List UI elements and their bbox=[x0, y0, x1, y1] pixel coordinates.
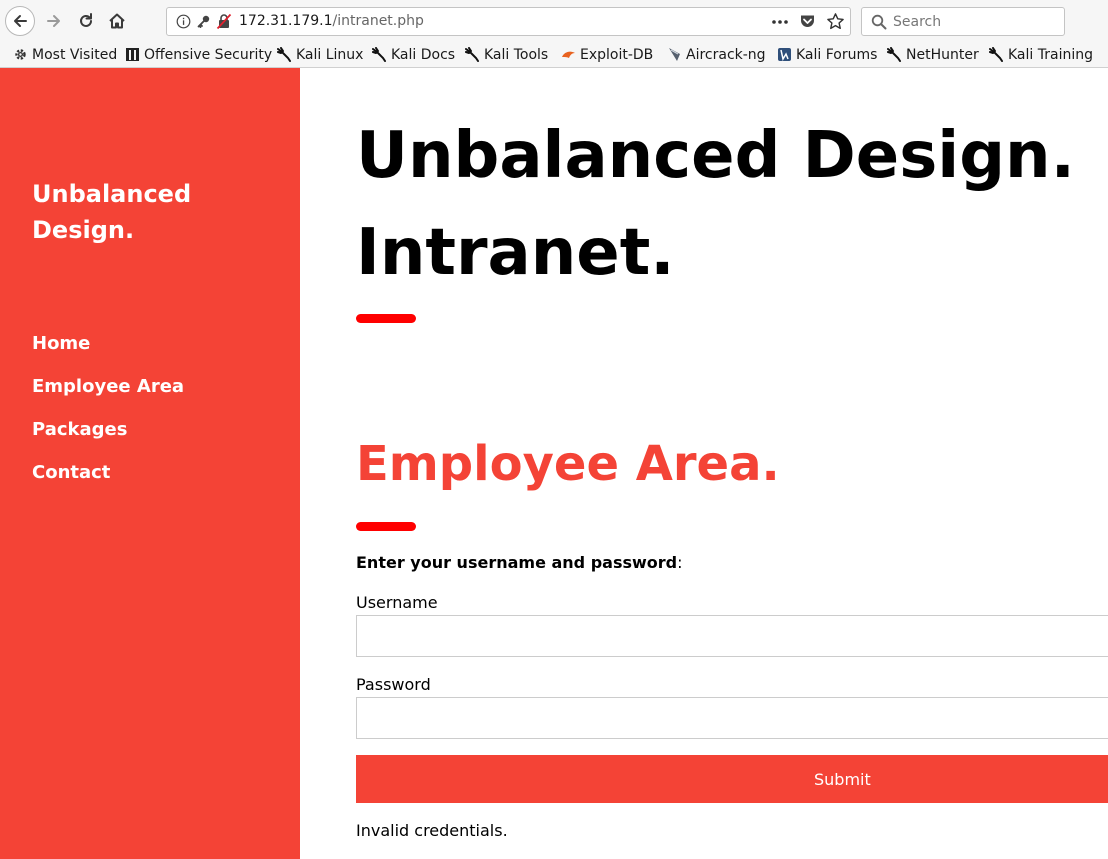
bookmark-aircrack-ng[interactable]: Aircrack-ng bbox=[667, 44, 766, 65]
bookmark-label: NetHunter bbox=[906, 46, 979, 63]
browser-chrome: 172.31.179.1/intranet.php Most Visited O… bbox=[0, 0, 1108, 68]
offsec-icon bbox=[126, 48, 139, 61]
url-text[interactable]: 172.31.179.1/intranet.php bbox=[239, 13, 424, 29]
page-title: Unbalanced Design. Intranet. bbox=[356, 119, 1075, 290]
heading-divider bbox=[356, 314, 416, 323]
navigation-toolbar: 172.31.179.1/intranet.php bbox=[0, 0, 1108, 42]
kali-forums-icon bbox=[778, 48, 791, 61]
bookmark-label: Aircrack-ng bbox=[686, 46, 766, 63]
home-button[interactable] bbox=[103, 7, 131, 35]
sidebar-link-packages[interactable]: Packages bbox=[32, 419, 127, 440]
bookmark-most-visited[interactable]: Most Visited bbox=[13, 44, 117, 65]
gear-icon bbox=[15, 49, 26, 60]
bookmark-label: Kali Docs bbox=[391, 46, 456, 63]
section-divider bbox=[356, 522, 416, 531]
search-input[interactable] bbox=[893, 11, 1058, 32]
password-field[interactable] bbox=[356, 697, 1108, 739]
kali-dragon-icon bbox=[887, 47, 901, 62]
search-icon bbox=[871, 14, 887, 30]
url-host: 172.31.179.1 bbox=[239, 13, 333, 29]
sidebar-link-home[interactable]: Home bbox=[32, 333, 90, 354]
reload-icon bbox=[80, 13, 92, 27]
info-icon[interactable] bbox=[176, 14, 191, 29]
arrow-right-icon bbox=[47, 15, 60, 27]
bookmark-label: Kali Training bbox=[1008, 46, 1093, 63]
bookmark-offensive-security[interactable]: Offensive Security bbox=[125, 44, 272, 65]
key-icon[interactable] bbox=[196, 14, 211, 29]
kali-dragon-icon bbox=[465, 47, 479, 62]
kali-dragon-icon bbox=[989, 47, 1003, 62]
home-icon bbox=[109, 13, 125, 29]
pocket-icon[interactable] bbox=[799, 13, 816, 30]
bookmark-kali-forums[interactable]: Kali Forums bbox=[777, 44, 877, 65]
site-title: Unbalanced Design. bbox=[32, 180, 192, 244]
back-button[interactable] bbox=[5, 6, 35, 36]
login-prompt: Enter your username and password: bbox=[356, 553, 683, 572]
insecure-lock-icon[interactable] bbox=[216, 13, 232, 30]
url-bar[interactable]: 172.31.179.1/intranet.php bbox=[166, 7, 851, 36]
username-label: Username bbox=[356, 593, 438, 612]
bookmark-label: Offensive Security bbox=[144, 46, 273, 63]
web-page: Unbalanced Design. Home Employee Area Pa… bbox=[0, 68, 1108, 859]
bookmark-label: Kali Forums bbox=[796, 46, 878, 63]
exploitdb-icon bbox=[562, 51, 575, 58]
section-title: Employee Area. bbox=[356, 436, 780, 492]
password-label: Password bbox=[356, 675, 431, 694]
bookmark-exploit-db[interactable]: Exploit-DB bbox=[561, 44, 653, 65]
arrow-left-icon bbox=[14, 15, 27, 27]
sidebar: Unbalanced Design. Home Employee Area Pa… bbox=[0, 68, 300, 859]
status-message: Invalid credentials. bbox=[356, 821, 508, 840]
login-prompt-bold: Enter your username and password bbox=[356, 553, 678, 572]
kali-dragon-icon bbox=[372, 47, 386, 62]
sidebar-link-contact[interactable]: Contact bbox=[32, 462, 110, 483]
username-field[interactable] bbox=[356, 615, 1108, 657]
bookmark-kali-training[interactable]: Kali Training bbox=[989, 44, 1093, 65]
bookmark-nethunter[interactable]: NetHunter bbox=[887, 44, 979, 65]
bookmarks-toolbar: Most Visited Offensive Security Kali Lin… bbox=[0, 42, 1108, 67]
kali-dragon-icon bbox=[277, 47, 291, 62]
bookmark-label: Most Visited bbox=[32, 46, 118, 63]
submit-button[interactable]: Submit bbox=[356, 755, 1108, 803]
bookmark-kali-tools[interactable]: Kali Tools bbox=[465, 44, 548, 65]
main-content: Unbalanced Design. Intranet. Employee Ar… bbox=[356, 68, 1108, 859]
url-path: /intranet.php bbox=[332, 13, 424, 29]
aircrack-icon bbox=[669, 48, 680, 61]
login-prompt-suffix: : bbox=[677, 553, 683, 572]
bookmark-label: Kali Linux bbox=[296, 46, 364, 63]
bookmark-label: Kali Tools bbox=[484, 46, 549, 63]
reload-button[interactable] bbox=[72, 7, 100, 35]
bookmark-star-icon[interactable] bbox=[826, 12, 845, 31]
forward-button[interactable] bbox=[40, 7, 68, 35]
search-bar[interactable] bbox=[861, 7, 1065, 36]
bookmark-label: Exploit-DB bbox=[580, 46, 654, 63]
sidebar-link-employee-area[interactable]: Employee Area bbox=[32, 376, 184, 397]
bookmark-kali-linux[interactable]: Kali Linux bbox=[277, 44, 363, 65]
page-actions-menu-icon[interactable] bbox=[769, 12, 791, 32]
bookmark-kali-docs[interactable]: Kali Docs bbox=[372, 44, 455, 65]
